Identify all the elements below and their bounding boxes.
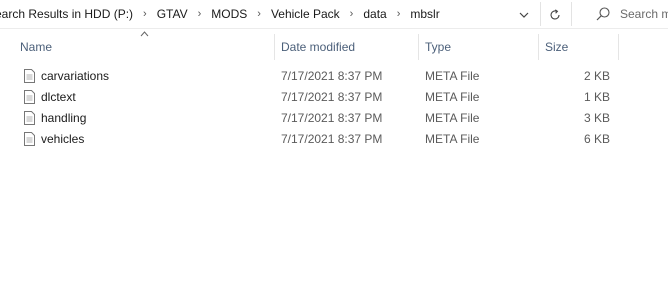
file-row-vehicles[interactable]: vehicles 7/17/2021 8:37 PM META File 6 K…	[0, 129, 640, 150]
file-type: META File	[425, 111, 480, 125]
breadcrumb-search-results[interactable]: earch Results in HDD (P:)	[0, 7, 134, 21]
file-size: 1 KB	[583, 90, 610, 104]
file-row-dlctext[interactable]: dlctext 7/17/2021 8:37 PM META File 1 KB	[0, 87, 640, 108]
breadcrumb-separator[interactable]: ›	[189, 8, 211, 20]
breadcrumb-data[interactable]: data	[362, 7, 387, 21]
divider	[571, 2, 572, 26]
file-date-modified: 7/17/2021 8:37 PM	[281, 111, 383, 125]
file-icon	[24, 90, 35, 104]
breadcrumb[interactable]: earch Results in HDD (P:) › GTAV › MODS …	[0, 0, 512, 28]
breadcrumb-separator[interactable]: ›	[341, 8, 363, 20]
breadcrumb-mbslr[interactable]: mbslr	[409, 7, 440, 21]
breadcrumb-mods[interactable]: MODS	[210, 7, 248, 21]
file-icon	[24, 69, 35, 83]
search-icon	[596, 7, 610, 21]
file-date-modified: 7/17/2021 8:37 PM	[281, 132, 383, 146]
address-bar: earch Results in HDD (P:) › GTAV › MODS …	[0, 0, 668, 29]
file-name: dlctext	[41, 90, 76, 104]
file-type: META File	[425, 90, 480, 104]
sort-ascending-icon	[140, 31, 149, 37]
column-header-date-modified[interactable]: Date modified	[281, 40, 355, 54]
breadcrumb-gtav[interactable]: GTAV	[156, 7, 189, 21]
chevron-down-icon	[519, 12, 529, 18]
file-name: handling	[41, 111, 87, 125]
file-icon	[24, 132, 35, 146]
breadcrumb-separator[interactable]: ›	[248, 8, 270, 20]
file-type: META File	[425, 132, 480, 146]
column-header-size[interactable]: Size	[545, 40, 568, 54]
search-input[interactable]: Search m	[620, 7, 668, 21]
column-divider[interactable]	[274, 34, 275, 60]
address-history-button[interactable]	[515, 6, 533, 24]
file-size: 3 KB	[583, 111, 610, 125]
file-row-carvariations[interactable]: carvariations 7/17/2021 8:37 PM META Fil…	[0, 66, 640, 87]
file-icon	[24, 111, 35, 125]
file-size: 2 KB	[583, 69, 610, 83]
column-divider[interactable]	[418, 34, 419, 60]
file-name: vehicles	[41, 132, 85, 146]
file-name: carvariations	[41, 69, 110, 83]
column-divider[interactable]	[618, 34, 619, 60]
file-date-modified: 7/17/2021 8:37 PM	[281, 69, 383, 83]
search-box[interactable]: Search m	[582, 0, 668, 28]
breadcrumb-vehicle-pack[interactable]: Vehicle Pack	[270, 7, 341, 21]
column-header-name[interactable]: Name	[20, 40, 52, 54]
breadcrumb-separator[interactable]: ›	[388, 8, 410, 20]
breadcrumb-separator[interactable]: ›	[134, 8, 156, 20]
file-size: 6 KB	[583, 132, 610, 146]
column-header-type[interactable]: Type	[425, 40, 451, 54]
file-type: META File	[425, 69, 480, 83]
refresh-icon	[550, 9, 560, 20]
refresh-button[interactable]	[546, 6, 564, 24]
file-row-handling[interactable]: handling 7/17/2021 8:37 PM META File 3 K…	[0, 108, 640, 129]
column-divider[interactable]	[538, 34, 539, 60]
file-date-modified: 7/17/2021 8:37 PM	[281, 90, 383, 104]
divider	[540, 2, 541, 26]
column-header-row: Name Date modified Type Size	[0, 31, 668, 60]
